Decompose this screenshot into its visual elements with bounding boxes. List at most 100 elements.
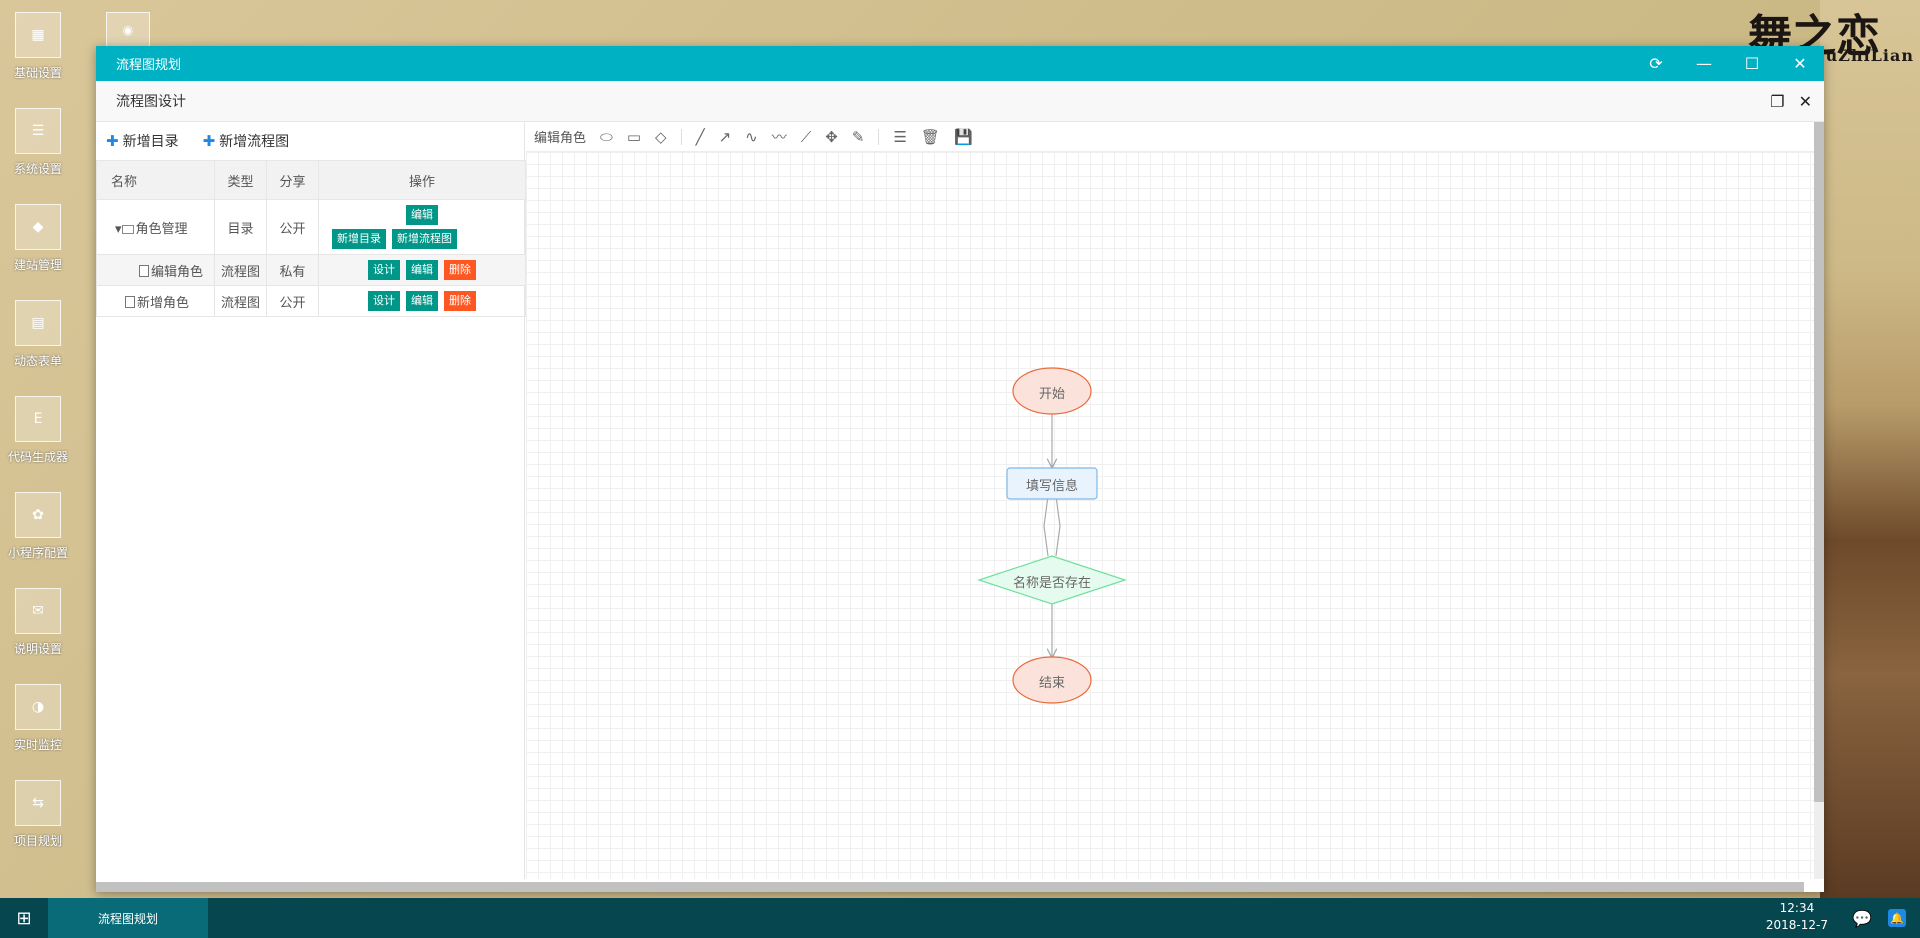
toolbar-divider: [680, 128, 682, 145]
desktop-icon-label: 系统设置: [13, 162, 62, 176]
connector-decision-fill[interactable]: [1055, 495, 1061, 557]
message-icon[interactable]: 💬: [1852, 909, 1872, 928]
window-title: 流程图规划: [116, 58, 182, 73]
row-share: 公开: [266, 285, 319, 317]
add-flowchart-button[interactable]: ✚ 新增流程图: [203, 131, 290, 151]
mini-program-icon: ✿: [15, 492, 61, 538]
desktop-icon-label: 说明设置: [13, 642, 62, 656]
eye-icon: ◉: [122, 23, 134, 37]
site-management-icon: ◆: [15, 204, 61, 250]
desktop-icon-code-generator[interactable]: E 代码生成器: [0, 392, 76, 488]
edit-button[interactable]: 编辑: [406, 291, 438, 311]
clock-date: 2018-12-7: [1765, 918, 1828, 932]
row-actions: 编辑 新增目录 新增流程图: [318, 199, 526, 255]
toolbar-divider: [878, 128, 880, 145]
flow-tree-table: 名称 类型 分享 操作 ▾ 角色管理 目录 公开 编辑 新增目录 新增流程图 编…: [96, 160, 526, 317]
close-icon[interactable]: ✕: [1776, 46, 1824, 81]
delete-tool-icon[interactable]: 🗑: [921, 128, 940, 146]
clock[interactable]: 12:34 2018-12-7: [1766, 900, 1828, 934]
end-node-label: 结束: [1038, 676, 1065, 691]
tree-node-name[interactable]: ▾ 角色管理: [96, 199, 215, 255]
diamond-tool-icon[interactable]: ◇: [655, 128, 667, 146]
desktop-wallpaper-decoration: [1820, 0, 1920, 900]
tree-node-name[interactable]: 新增角色: [96, 285, 215, 317]
desktop-icon-site-management[interactable]: ◆ 建站管理: [0, 200, 76, 296]
add-subflowchart-button[interactable]: 新增流程图: [392, 229, 457, 249]
desktop-icon-system-settings[interactable]: ☰ 系统设置: [0, 104, 76, 200]
desktop-icon-basic-settings[interactable]: ▦ 基础设置: [0, 8, 76, 104]
notification-bell-icon[interactable]: 🔔: [1888, 909, 1906, 927]
window-title-bar: 流程图规划 ⟳ — ☐ ✕: [96, 46, 1824, 81]
polyline-tool-icon[interactable]: ⟋: [801, 128, 812, 146]
desktop-icon-realtime-monitor[interactable]: ◑ 实时监控: [0, 680, 76, 776]
restore-icon[interactable]: ❐: [1770, 92, 1784, 111]
connector-fill-decision[interactable]: [1043, 495, 1049, 557]
taskbar-item-flow-planning[interactable]: 流程图规划: [48, 898, 208, 938]
refresh-icon[interactable]: ⟳: [1632, 46, 1680, 81]
column-header-name: 名称: [96, 160, 215, 200]
close-icon[interactable]: ✕: [1799, 92, 1812, 111]
flowchart-svg: [977, 367, 1127, 704]
designer-toolbar: 编辑角色 ⬭ ▭ ◇ ╱ ↗ ∿ 〰 ⟋ ✥ ✎ ☰ 🗑 💾: [526, 122, 1824, 152]
scrollbar-thumb[interactable]: [1814, 122, 1824, 802]
code-generator-icon: E: [15, 396, 61, 442]
row-type: 流程图: [214, 254, 267, 286]
ellipse-tool-icon[interactable]: ⬭: [600, 128, 613, 146]
desktop-icon-extra[interactable]: ◉: [106, 12, 150, 48]
designer-title: 编辑角色: [534, 131, 587, 146]
clock-time: 12:34: [1779, 901, 1815, 915]
design-button[interactable]: 设计: [368, 291, 400, 311]
table-row[interactable]: ▾ 角色管理 目录 公开 编辑 新增目录 新增流程图: [96, 199, 526, 255]
windows-start-icon[interactable]: ⊞: [0, 898, 48, 938]
designer-header: 流程图设计 ❐ ✕: [96, 81, 1824, 122]
curve-tool-icon[interactable]: ∿: [745, 128, 758, 146]
line-tool-icon[interactable]: ╱: [696, 128, 705, 146]
delete-button[interactable]: 删除: [444, 260, 476, 280]
desktop-icon-description-settings[interactable]: ✉ 说明设置: [0, 584, 76, 680]
desktop-icon-label: 小程序配置: [7, 546, 68, 560]
column-header-type: 类型: [214, 160, 267, 200]
page-title: 流程图设计: [116, 94, 186, 110]
design-button[interactable]: 设计: [368, 260, 400, 280]
row-actions: 设计 编辑 删除: [318, 285, 526, 317]
wave-tool-icon[interactable]: 〰: [772, 126, 787, 147]
desktop-icon-dynamic-form[interactable]: ▤ 动态表单: [0, 296, 76, 392]
move-tool-icon[interactable]: ✥: [825, 128, 838, 146]
table-row[interactable]: 新增角色 流程图 公开 设计 编辑 删除: [96, 285, 526, 317]
edit-button[interactable]: 编辑: [406, 260, 438, 280]
row-share: 私有: [266, 254, 319, 286]
desktop-icon-label: 代码生成器: [7, 450, 68, 464]
vertical-scrollbar[interactable]: [1814, 122, 1824, 879]
horizontal-scrollbar[interactable]: [96, 882, 1804, 892]
fill-info-node-label: 填写信息: [1025, 479, 1078, 494]
system-settings-icon: ☰: [15, 108, 61, 154]
edit-button[interactable]: 编辑: [406, 205, 438, 225]
edit-tool-icon[interactable]: ✎: [852, 128, 865, 146]
tree-node-name[interactable]: 编辑角色: [96, 254, 215, 286]
column-header-share: 分享: [266, 160, 319, 200]
maximize-icon[interactable]: ☐: [1728, 46, 1776, 81]
save-tool-icon[interactable]: 💾: [954, 128, 973, 146]
row-type: 流程图: [214, 285, 267, 317]
desktop-icon-mini-program[interactable]: ✿ 小程序配置: [0, 488, 76, 584]
delete-button[interactable]: 删除: [444, 291, 476, 311]
add-directory-button[interactable]: ✚ 新增目录: [106, 131, 179, 151]
add-subdirectory-button[interactable]: 新增目录: [332, 229, 386, 249]
rectangle-tool-icon[interactable]: ▭: [627, 128, 641, 146]
desktop-icon-label: 实时监控: [13, 738, 62, 752]
file-icon: [139, 264, 149, 277]
dynamic-form-icon: ▤: [15, 300, 61, 346]
table-row[interactable]: 编辑角色 流程图 私有 设计 编辑 删除: [96, 254, 526, 286]
row-type: 目录: [214, 199, 267, 255]
flow-canvas[interactable]: 开始 填写信息 名称是否存在 结束: [526, 152, 1814, 879]
desktop-icon-project-planning[interactable]: ⇆ 项目规划: [0, 776, 76, 872]
row-name: 新增角色: [137, 295, 190, 311]
minimize-icon[interactable]: —: [1680, 46, 1728, 81]
desktop-icon-label: 基础设置: [13, 66, 62, 80]
list-tool-icon[interactable]: ☰: [893, 128, 906, 146]
system-tray: 💬 🔔: [1852, 898, 1906, 938]
main-window: 流程图规划 ⟳ — ☐ ✕ 流程图设计 ❐ ✕ ✚ 新增目录 ✚ 新增流程图 名…: [96, 46, 1824, 892]
arrow-tool-icon[interactable]: ↗: [719, 128, 732, 146]
project-planning-icon: ⇆: [15, 780, 61, 826]
desktop-icon-label: 项目规划: [13, 834, 62, 848]
